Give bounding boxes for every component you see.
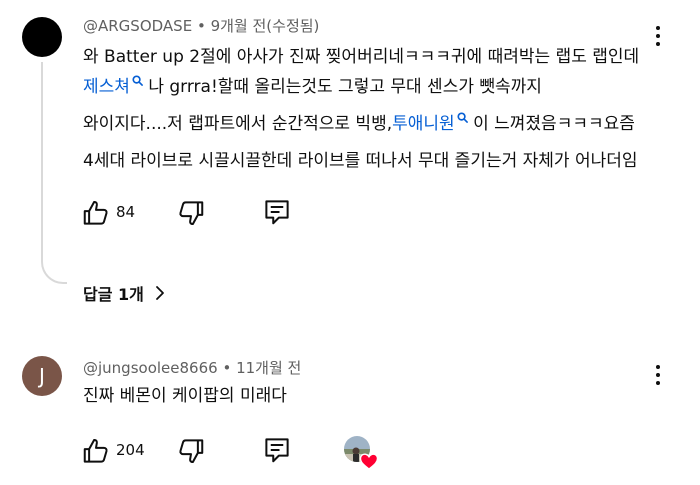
thumb-up-icon — [83, 200, 108, 225]
comment-meta: @ARGSODASE • 9개월 전(수정됨) — [83, 15, 319, 36]
comment-line: 와 Batter up 2절에 아사가 진짜 찢어버리네ㅋㅋㅋ귀에 때려박는 랩… — [83, 47, 640, 67]
like-count: 84 — [116, 203, 136, 221]
thumb-down-icon — [179, 201, 204, 226]
comment-time[interactable]: 11개월 전 — [236, 359, 301, 377]
more-options-button[interactable] — [646, 361, 670, 391]
comment-text: 와 Batter up 2절에 아사가 진짜 찢어버리네ㅋㅋㅋ귀에 때려박는 랩… — [83, 42, 639, 176]
thread-line — [41, 62, 67, 284]
thumb-up-icon — [83, 438, 108, 463]
dislike-button[interactable] — [176, 198, 206, 228]
comment-text: 진짜 베몬이 케이팝의 미래다 — [83, 386, 287, 406]
thumb-down-icon — [179, 439, 204, 464]
dislike-button[interactable] — [176, 436, 206, 466]
replies-label: 답글 1개 — [83, 285, 144, 304]
reply-icon — [265, 438, 289, 463]
search-icon — [132, 75, 143, 86]
meta-separator: • — [217, 359, 237, 377]
reply-icon — [265, 200, 289, 225]
avatar[interactable]: J — [22, 356, 62, 396]
search-icon — [457, 112, 468, 123]
search-link-2ne1[interactable]: 투애니원 — [392, 112, 468, 134]
comment-line: 제스쳐 나 grrra!할때 올리는것도 그렇고 무대 센스가 뺏속까지 — [83, 75, 542, 97]
more-options-button[interactable] — [646, 22, 670, 52]
comment-author[interactable]: @ARGSODASE — [83, 17, 192, 35]
view-replies-button[interactable]: 답글 1개 — [83, 281, 166, 305]
meta-separator: • — [192, 17, 211, 35]
reply-button[interactable] — [262, 435, 292, 465]
comment-author[interactable]: @jungsoolee8666 — [83, 359, 218, 377]
like-count: 204 — [116, 441, 145, 459]
comment-time[interactable]: 9개월 전(수정됨) — [211, 17, 320, 35]
comment-line: 4세대 라이브로 시끌시끌한데 라이브를 떠나서 무대 즐기는거 자체가 어나더… — [83, 151, 638, 171]
like-button[interactable] — [81, 436, 111, 466]
reply-button[interactable] — [262, 197, 292, 227]
avatar[interactable] — [22, 17, 62, 57]
heart-icon — [359, 453, 379, 470]
like-button[interactable] — [81, 198, 111, 228]
hashtag-link-gesture[interactable]: 제스쳐 — [83, 75, 143, 97]
chevron-right-icon — [155, 286, 164, 300]
comment-meta: @jungsoolee8666 • 11개월 전 — [83, 357, 301, 378]
creator-heart-badge — [343, 435, 381, 471]
comment-line: 와이지다....저 랩파트에서 순간적으로 빅뱅,투애니원 이 느껴졌음ㅋㅋㅋ요… — [83, 112, 635, 134]
